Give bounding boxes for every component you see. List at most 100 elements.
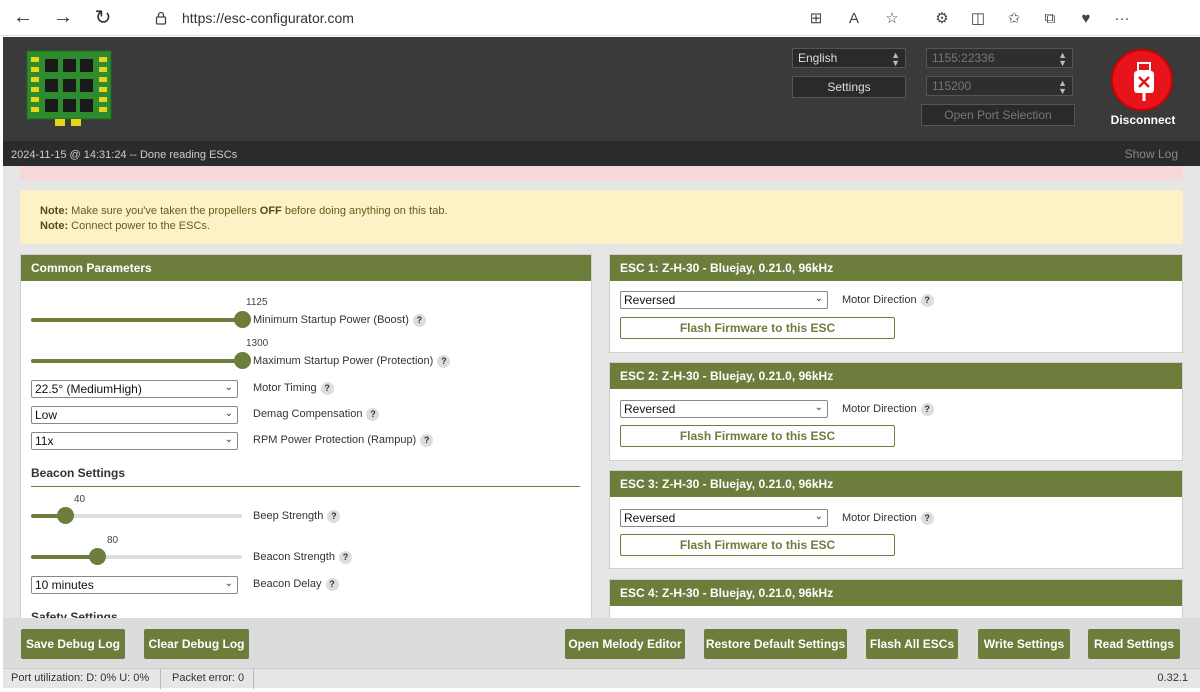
forward-icon[interactable]: → [46,3,80,33]
chevron-down-icon: ⌄ [814,293,823,304]
chevron-down-icon: ⌄ [814,402,823,413]
help-icon[interactable]: ? [437,355,451,368]
esc-2-direction-label: Motor Direction? [842,403,934,416]
extensions-icon[interactable]: ⚙ [928,6,956,30]
restore-default-settings-button[interactable]: Restore Default Settings [704,629,847,659]
chevron-down-icon: ⌄ [224,408,233,419]
note-bold: OFF [259,205,282,217]
esc-1-title: ESC 1: Z-H-30 - Bluejay, 0.21.0, 96kHz [610,255,1182,281]
updown-arrow-icon: ▲ ▼ [1058,78,1067,96]
note-prefix: Note: [40,205,69,217]
help-icon[interactable]: ? [320,382,334,395]
help-icon[interactable]: ? [920,403,934,416]
favorite-star-icon[interactable]: ☆ [878,6,906,30]
note-text: Connect power to the ESCs. [68,220,210,232]
status-separator [253,669,254,689]
label-text: Motor Direction [842,512,917,524]
more-menu-icon[interactable]: ··· [1108,6,1136,30]
settings-button[interactable]: Settings [792,76,906,98]
label-text: Motor Direction [842,403,917,415]
esc-2-flash-button[interactable]: Flash Firmware to this ESC [620,425,895,447]
log-bar: 2024-11-15 @ 14:31:24 -- Done reading ES… [3,141,1200,166]
beep-strength-knob[interactable] [57,507,74,524]
rpm-protection-select[interactable]: 11x ⌄ [31,432,238,450]
demag-select[interactable]: Low ⌄ [31,406,238,424]
beacon-strength-value: 80 [107,535,119,546]
save-debug-log-button[interactable]: Save Debug Log [21,629,125,659]
esc-4-panel: ESC 4: Z-H-30 - Bluejay, 0.21.0, 96kHz [609,579,1183,618]
demag-label: Demag Compensation? [253,408,380,421]
port-select[interactable]: 1155:22336 ▲ ▼ [926,48,1073,68]
label-text: Demag Compensation [253,408,363,420]
select-value: 10 minutes [35,578,94,592]
language-value: English [798,51,838,65]
note-line-2: Note: Connect power to the ESCs. [40,219,1183,234]
note-text: before doing anything on this tab. [281,205,448,217]
min-startup-label: Minimum Startup Power (Boost)? [253,314,426,327]
help-icon[interactable]: ? [338,551,352,564]
help-icon[interactable]: ? [420,434,434,447]
log-message: 2024-11-15 @ 14:31:24 -- Done reading ES… [11,149,238,161]
label-text: Maximum Startup Power (Protection) [253,355,434,367]
lock-icon[interactable] [154,11,168,25]
beacon-settings-title: Beacon Settings [31,466,126,480]
favorites-icon[interactable]: ✩ [1000,6,1028,30]
beacon-delay-select[interactable]: 10 minutes ⌄ [31,576,238,594]
write-settings-button[interactable]: Write Settings [978,629,1070,659]
esc-3-direction-label: Motor Direction? [842,512,934,525]
open-port-selection-button[interactable]: Open Port Selection [921,104,1075,126]
max-startup-value: 1300 [246,338,269,349]
chevron-down-icon: ⌄ [224,434,233,445]
read-aloud-icon[interactable]: A [840,6,868,30]
alert-strip [20,166,1183,180]
note-line-1: Note: Make sure you've taken the propell… [40,204,1183,219]
help-icon[interactable]: ? [325,578,339,591]
label-text: Beacon Strength [253,551,335,563]
select-value: Reversed [624,293,676,307]
collections-icon[interactable]: ⧉ [1036,6,1064,30]
label-text: Motor Timing [253,382,317,394]
rpm-protection-label: RPM Power Protection (Rampup)? [253,434,434,447]
address-bar[interactable]: https://esc-configurator.com [144,5,909,31]
baud-select[interactable]: 115200 ▲ ▼ [926,76,1073,96]
max-startup-knob[interactable] [234,352,251,369]
disconnect-label: Disconnect [1110,113,1176,127]
language-select[interactable]: English ▲ ▼ [792,48,906,68]
disconnect-button[interactable] [1111,49,1173,111]
esc-2-direction-select[interactable]: Reversed ⌄ [620,400,828,418]
min-startup-fill [31,318,242,322]
esc-3-flash-button[interactable]: Flash Firmware to this ESC [620,534,895,556]
esc-4-title: ESC 4: Z-H-30 - Bluejay, 0.21.0, 96kHz [610,580,1182,606]
motor-timing-select[interactable]: 22.5° (MediumHigh) ⌄ [31,380,238,398]
open-melody-editor-button[interactable]: Open Melody Editor [565,629,685,659]
help-icon[interactable]: ? [920,512,934,525]
split-screen-icon[interactable]: ◫ [964,6,992,30]
show-log-link[interactable]: Show Log [1125,147,1178,161]
read-settings-button[interactable]: Read Settings [1088,629,1180,659]
safety-settings-title: Safety Settings [31,610,118,618]
browser-essentials-icon[interactable]: ♥ [1072,6,1100,30]
label-text: Beacon Delay [253,578,322,590]
app-header: English ▲ ▼ Settings 1155:22336 ▲ ▼ 115200… [3,37,1200,141]
esc-1-direction-label: Motor Direction? [842,294,934,307]
help-icon[interactable]: ? [920,294,934,307]
max-startup-label: Maximum Startup Power (Protection)? [253,355,451,368]
flash-all-escs-button[interactable]: Flash All ESCs [866,629,958,659]
refresh-icon[interactable]: ↻ [86,3,120,33]
beacon-strength-knob[interactable] [89,548,106,565]
esc-1-direction-select[interactable]: Reversed ⌄ [620,291,828,309]
section-divider [31,486,580,487]
common-parameters-panel: Common Parameters 1125 Minimum Startup P… [20,254,592,618]
app-grid-icon[interactable]: ⊞ [802,6,830,30]
help-icon[interactable]: ? [327,510,341,523]
help-icon[interactable]: ? [366,408,380,421]
esc-3-direction-select[interactable]: Reversed ⌄ [620,509,828,527]
back-icon[interactable]: ← [6,3,40,33]
min-startup-knob[interactable] [234,311,251,328]
clear-debug-log-button[interactable]: Clear Debug Log [144,629,249,659]
esc-1-flash-button[interactable]: Flash Firmware to this ESC [620,317,895,339]
label-text: RPM Power Protection (Rampup) [253,434,417,446]
help-icon[interactable]: ? [412,314,426,327]
select-value: 22.5° (MediumHigh) [35,382,142,396]
url-text[interactable]: https://esc-configurator.com [182,10,354,26]
